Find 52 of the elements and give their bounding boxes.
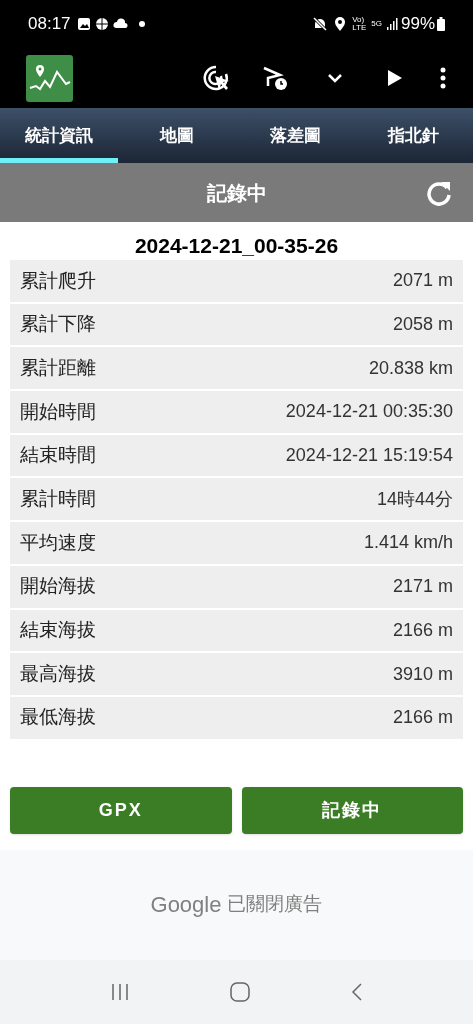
stat-value: 2024-12-21 00:35:30 <box>285 400 453 424</box>
home-icon[interactable] <box>230 981 251 1002</box>
volte-label: Vo) LTE <box>352 16 367 32</box>
mute-icon <box>312 16 329 32</box>
tab[interactable]: 落差圖 <box>236 108 355 163</box>
stat-value: 2024-12-21 15:19:54 <box>285 444 453 468</box>
flag-clock-icon[interactable] <box>261 65 289 91</box>
stat-label: 最高海拔 <box>20 661 96 686</box>
stat-value: 2166 m <box>392 706 453 730</box>
ad-message: 已關閉廣告 <box>227 892 323 917</box>
tab[interactable]: 地圖 <box>118 108 237 163</box>
ball-icon <box>94 17 109 31</box>
cloud-icon <box>112 18 129 30</box>
header-title: 記錄中 <box>206 180 267 206</box>
stat-label: 結束時間 <box>20 443 96 468</box>
action-button[interactable]: 記錄中 <box>241 786 463 834</box>
stat-label: 累計下降 <box>20 312 96 337</box>
recent-apps-icon[interactable] <box>110 982 131 1001</box>
stat-value: 3910 m <box>392 662 453 686</box>
stat-label: 開始海拔 <box>20 574 96 599</box>
more-icon[interactable] <box>439 67 447 89</box>
signal-icon <box>385 18 398 30</box>
tab[interactable]: 指北針 <box>354 108 473 163</box>
back-icon[interactable] <box>350 981 363 1002</box>
stat-label: 開始時間 <box>20 399 96 424</box>
dot-icon <box>138 21 145 27</box>
stat-label: 最低海拔 <box>20 705 96 730</box>
stat-value: 20.838 km <box>368 356 453 380</box>
stat-label: 累計爬升 <box>20 268 96 293</box>
ad-brand: Google <box>150 891 222 920</box>
network-label: 5G <box>371 18 382 30</box>
battery-icon <box>437 17 445 31</box>
stat-value: 2171 m <box>392 575 453 599</box>
app-logo-icon[interactable] <box>26 54 73 102</box>
refresh-icon[interactable] <box>425 179 453 207</box>
gallery-icon <box>76 17 91 31</box>
stat-label: 累計時間 <box>20 487 96 512</box>
stat-label: 平均速度 <box>20 530 96 555</box>
stat-value: 1.414 km/h <box>363 531 453 555</box>
location-icon <box>334 16 347 32</box>
battery-percent: 99% <box>400 13 435 36</box>
play-icon[interactable] <box>387 69 403 87</box>
stat-value: 2071 m <box>392 269 453 293</box>
track-name: 2024-12-21_00-35-26 <box>133 233 340 259</box>
stat-label: 累計距離 <box>20 355 96 380</box>
action-button[interactable]: GPX <box>10 786 232 834</box>
stat-value: 14時44分 <box>376 487 453 511</box>
stat-value: 2058 m <box>392 313 453 337</box>
status-time: 08:17 <box>28 13 71 36</box>
stat-label: 結束海拔 <box>20 618 96 643</box>
chevron-down-icon[interactable] <box>327 73 343 83</box>
stat-value: 2166 m <box>392 618 453 642</box>
